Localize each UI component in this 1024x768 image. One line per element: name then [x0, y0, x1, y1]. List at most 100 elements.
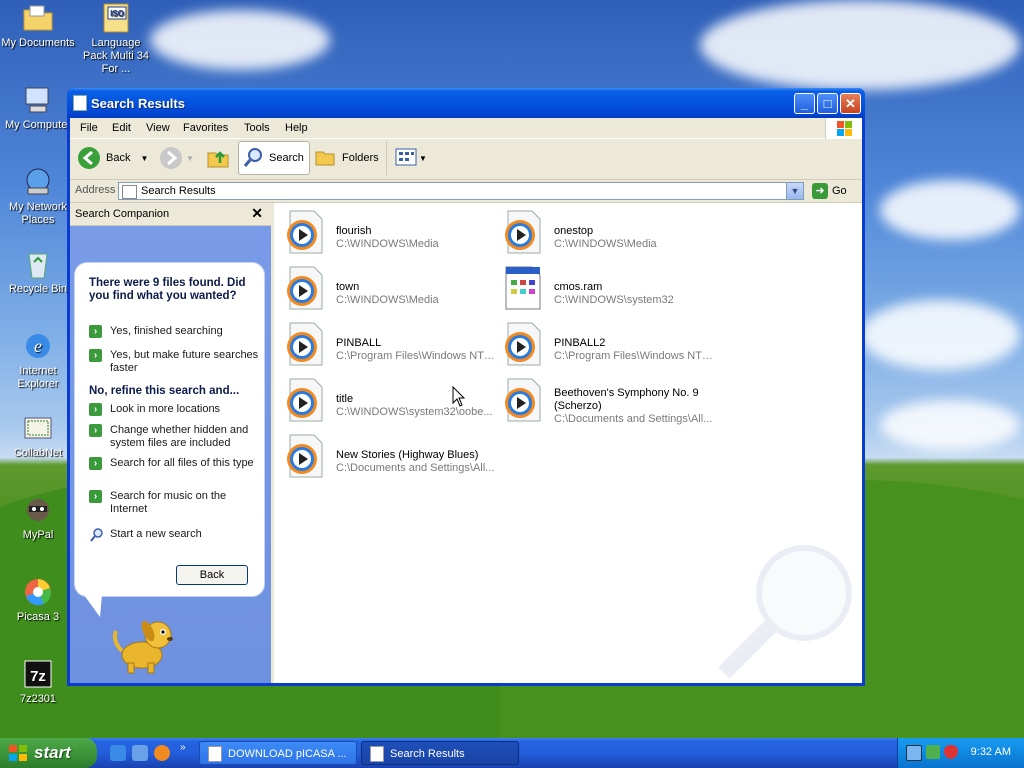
balloon-tail: [83, 595, 111, 617]
result-item[interactable]: onestop C:\WINDOWS\Media: [500, 209, 710, 257]
search-results-window: Search Results _ □ ✕ File Edit View Favo…: [67, 88, 865, 686]
quicklaunch-ie-icon[interactable]: [110, 745, 126, 761]
result-path: C:\WINDOWS\system32\oobe...: [336, 406, 493, 418]
quicklaunch-media-player-icon[interactable]: [154, 745, 170, 761]
media-file-icon: [500, 321, 544, 367]
result-name: Beethoven's Symphony No. 9 (Scherzo): [554, 387, 699, 412]
search-dog-icon[interactable]: [108, 611, 178, 675]
watermark-magnifier-icon: [714, 533, 862, 683]
picasa-icon: [22, 576, 54, 608]
desktop-icon-internet-explorer[interactable]: e Internet Explorer: [0, 330, 76, 391]
menu-tools[interactable]: Tools: [244, 122, 270, 134]
chevron-right-icon[interactable]: »: [180, 742, 186, 753]
result-item[interactable]: PINBALL2 C:\Program Files\Windows NT\...: [500, 321, 714, 369]
7zip-icon: 7z: [22, 658, 54, 690]
desktop-icon-my-computer[interactable]: My Computer: [0, 84, 76, 132]
desktop-icon-picasa[interactable]: Picasa 3: [0, 576, 76, 624]
search-results-icon: [370, 746, 384, 762]
desktop-icon-label: Internet Explorer: [17, 365, 59, 390]
desktop-icon-label: MyPal: [22, 529, 54, 541]
raccoon-icon: [22, 494, 54, 526]
desktop-icon-language-pack[interactable]: ISO Language Pack Multi 34 For ...: [78, 2, 154, 76]
result-item[interactable]: flourish C:\WINDOWS\Media: [282, 209, 492, 257]
taskbar: start » DOWNLOAD pICASA ... Search Resul…: [0, 738, 1024, 768]
result-item[interactable]: New Stories (Highway Blues) C:\Documents…: [282, 433, 494, 481]
chevron-down-icon[interactable]: ▼: [140, 154, 148, 163]
update-tray-icon[interactable]: [926, 745, 940, 759]
window-titlebar[interactable]: Search Results _ □ ✕: [67, 88, 865, 118]
menu-file[interactable]: File: [80, 122, 98, 134]
result-name: onestop: [554, 225, 594, 237]
iso-file-icon: ISO: [100, 2, 132, 34]
result-path: C:\Program Files\Windows NT\...: [336, 350, 496, 362]
menu-favorites[interactable]: Favorites: [183, 122, 228, 134]
result-path: C:\Program Files\Windows NT\...: [554, 350, 714, 362]
media-file-icon: [282, 433, 326, 479]
green-arrow-icon: ›: [89, 349, 102, 362]
search-results-icon: [122, 185, 137, 199]
search-results-list: flourish C:\WINDOWS\Media onestop C:\WIN…: [274, 203, 862, 683]
companion-back-button[interactable]: Back: [176, 565, 248, 585]
views-button[interactable]: ▼: [386, 141, 427, 175]
chevron-down-icon: ▼: [186, 153, 194, 163]
maximize-button[interactable]: □: [817, 93, 838, 114]
option-label: Change whether hidden and system files a…: [110, 424, 249, 449]
address-dropdown-button[interactable]: ▼: [786, 183, 803, 199]
desktop-icon-recycle-bin[interactable]: Recycle Bin: [0, 248, 76, 296]
result-item[interactable]: Beethoven's Symphony No. 9 (Scherzo) C:\…: [500, 377, 712, 425]
chevron-down-icon: ▼: [419, 153, 427, 163]
taskbar-button-picasa-download[interactable]: DOWNLOAD pICASA ...: [199, 741, 357, 765]
window-title: Search Results: [91, 96, 185, 111]
green-arrow-icon: ›: [89, 424, 102, 437]
option-label: Search for all files of this type: [110, 457, 254, 469]
media-file-icon: [500, 209, 544, 255]
up-folder-button[interactable]: [206, 141, 230, 175]
option-label: Yes, but make future searches faster: [110, 349, 259, 374]
security-shield-icon[interactable]: [944, 745, 958, 759]
menu-view[interactable]: View: [146, 122, 170, 134]
certificate-icon: [22, 412, 54, 444]
back-button[interactable]: Back ▼: [78, 141, 148, 175]
menu-edit[interactable]: Edit: [112, 122, 131, 134]
go-button[interactable]: ➜ Go: [812, 182, 847, 200]
result-item[interactable]: cmos.ram C:\WINDOWS\system32: [500, 265, 710, 313]
result-name: PINBALL2: [554, 337, 606, 349]
result-name: town: [336, 281, 360, 293]
start-button[interactable]: start: [0, 738, 97, 768]
result-item[interactable]: town C:\WINDOWS\Media: [282, 265, 492, 313]
search-button[interactable]: Search: [238, 141, 310, 175]
desktop-icon-network-places[interactable]: My Network Places: [0, 166, 76, 227]
desktop-icon-mypal[interactable]: MyPal: [0, 494, 76, 542]
svg-text:ISO: ISO: [110, 9, 124, 18]
media-file-icon: [282, 321, 326, 367]
internet-explorer-icon: e: [22, 330, 54, 362]
desktop-icon-7z[interactable]: 7z 7z2301: [0, 658, 76, 706]
magnifier-icon: [89, 527, 105, 547]
menu-help[interactable]: Help: [285, 122, 308, 134]
search-companion-pane: Search Companion ✕ There were 9 files fo…: [70, 203, 271, 683]
minimize-button[interactable]: _: [794, 93, 815, 114]
forward-button[interactable]: ▼: [160, 141, 194, 175]
result-path: C:\Documents and Settings\All...: [336, 462, 495, 474]
close-button[interactable]: ✕: [840, 93, 861, 114]
close-pane-button[interactable]: ✕: [251, 205, 263, 222]
taskbar-button-search-results[interactable]: Search Results: [361, 741, 519, 765]
network-icon: [22, 166, 54, 198]
taskbar-button-label: Search Results: [390, 748, 465, 760]
address-input[interactable]: Search Results ▼: [118, 182, 804, 200]
search-companion-header: Search Companion ✕: [70, 203, 271, 226]
media-file-icon: [282, 377, 326, 423]
result-path: C:\WINDOWS\Media: [336, 294, 439, 306]
address-label: Address: [75, 184, 116, 196]
search-label: Search: [269, 152, 304, 164]
windows-logo-icon: [825, 118, 862, 140]
desktop-icon-my-documents[interactable]: My Documents: [0, 2, 76, 50]
recycle-bin-icon: [22, 248, 54, 280]
media-file-icon: [282, 209, 326, 255]
result-item[interactable]: PINBALL C:\Program Files\Windows NT\...: [282, 321, 496, 369]
network-tray-icon[interactable]: [906, 745, 922, 761]
folders-button[interactable]: Folders: [314, 141, 379, 175]
quicklaunch-browser-icon[interactable]: [132, 745, 148, 761]
svg-text:7z: 7z: [30, 668, 46, 685]
desktop-icon-collabnet[interactable]: CollabNet: [0, 412, 76, 460]
